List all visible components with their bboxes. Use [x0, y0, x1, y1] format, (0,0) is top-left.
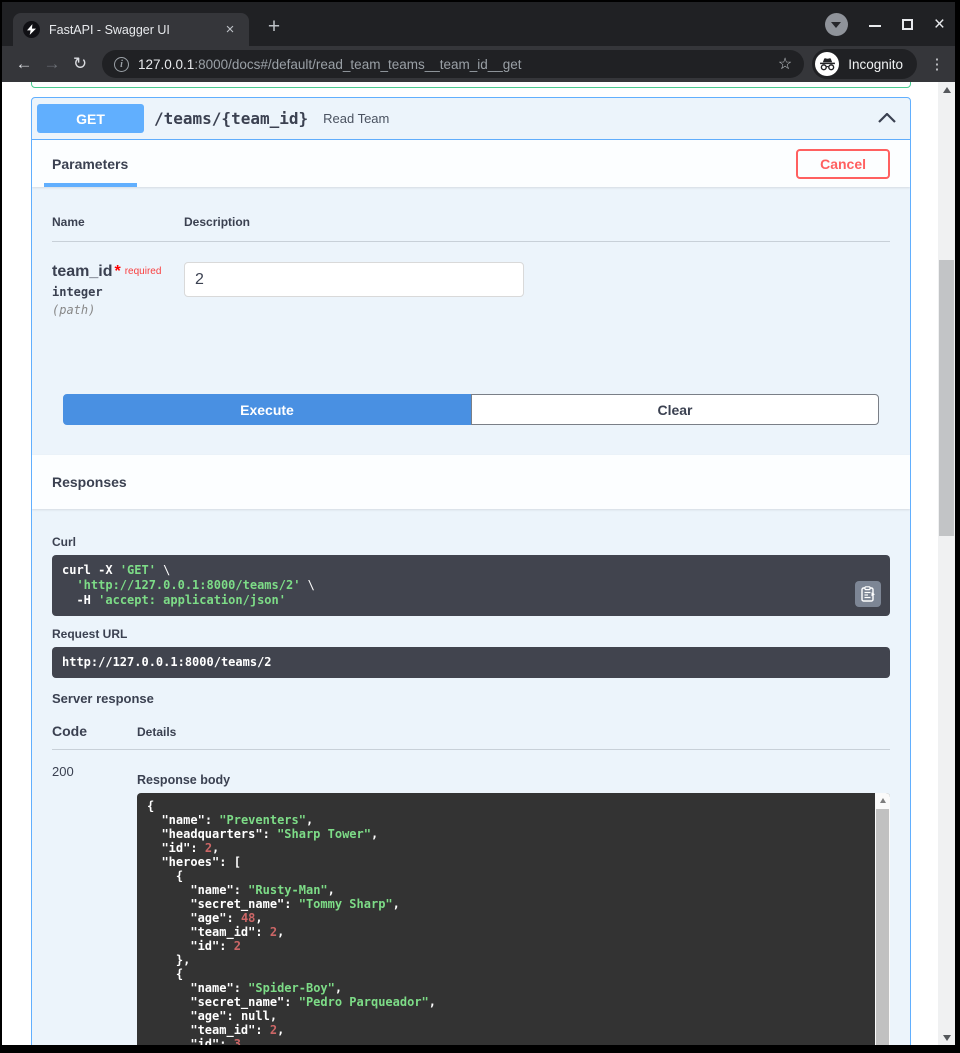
response-row: 200 Response body { "name": "Preventers"… — [52, 764, 890, 1045]
chevron-down-icon — [831, 22, 841, 28]
request-url-label: Request URL — [52, 627, 890, 641]
close-window-button[interactable]: × — [934, 15, 945, 34]
response-table-header: Code Details — [52, 723, 890, 750]
curl-label: Curl — [52, 535, 890, 549]
parameter-row: team_id* required integer (path) — [52, 262, 890, 317]
window-menu-button[interactable] — [825, 13, 848, 36]
curl-block: curl -X 'GET' \ 'http://127.0.0.1:8000/t… — [52, 555, 890, 616]
parameters-title: Parameters — [52, 156, 128, 172]
parameters-header: Parameters Cancel — [32, 140, 910, 187]
clear-button[interactable]: Clear — [471, 394, 879, 425]
curl-command: curl -X 'GET' \ 'http://127.0.0.1:8000/t… — [62, 563, 880, 608]
url-text[interactable]: 127.0.0.1:8000/docs#/default/read_team_t… — [138, 57, 770, 72]
endpoint-summary[interactable]: GET /teams/{team_id} Read Team — [32, 98, 910, 140]
parameters-table-header: Name Description — [52, 215, 890, 242]
page-scroll-up-icon[interactable] — [938, 82, 955, 97]
response-body-label: Response body — [137, 773, 890, 787]
parameter-meta: team_id* required integer (path) — [52, 262, 184, 317]
required-label: required — [125, 266, 162, 277]
incognito-icon — [815, 52, 839, 76]
previous-endpoint-block-edge — [31, 82, 911, 88]
parameter-location: (path) — [52, 303, 184, 317]
browser-tab[interactable]: FastAPI - Swagger UI × — [13, 13, 249, 46]
tab-strip: FastAPI - Swagger UI × + × — [2, 2, 955, 46]
parameters-body: Name Description team_id* required intege… — [32, 187, 910, 425]
required-star: * — [114, 263, 120, 280]
url-path: :8000/docs#/default/read_team_teams__tea… — [194, 57, 521, 72]
responses-body: Curl curl -X 'GET' \ 'http://127.0.0.1:8… — [32, 509, 910, 1045]
page-content: GET /teams/{team_id} Read Team Parameter… — [2, 82, 955, 1045]
incognito-label: Incognito — [848, 57, 903, 72]
response-body-json: { "name": "Preventers", "headquarters": … — [137, 793, 890, 1045]
parameter-name: team_id* required — [52, 262, 184, 281]
parameter-name-text: team_id — [52, 263, 112, 280]
swagger-page: GET /teams/{team_id} Read Team Parameter… — [2, 82, 938, 1045]
reload-button[interactable]: ↻ — [66, 50, 94, 78]
incognito-badge: Incognito — [812, 49, 917, 79]
execute-row: Execute Clear — [63, 394, 879, 425]
copy-to-clipboard-button[interactable] — [855, 581, 881, 607]
response-body-scrollbar[interactable] — [875, 793, 890, 1045]
browser-toolbar: ← → ↻ i 127.0.0.1:8000/docs#/default/rea… — [2, 46, 955, 82]
tab-title: FastAPI - Swagger UI — [49, 23, 221, 37]
server-response-label: Server response — [52, 691, 890, 706]
browser-window: FastAPI - Swagger UI × + × ← → ↻ i 127.0… — [2, 2, 955, 1045]
maximize-button[interactable] — [902, 19, 913, 30]
url-host: 127.0.0.1 — [138, 57, 194, 72]
site-info-icon[interactable]: i — [114, 57, 129, 72]
new-tab-button[interactable]: + — [261, 15, 287, 41]
response-scrollbar-thumb[interactable] — [876, 809, 889, 1045]
address-bar[interactable]: i 127.0.0.1:8000/docs#/default/read_team… — [102, 50, 804, 78]
method-badge: GET — [37, 104, 144, 133]
scroll-up-arrow-icon[interactable] — [875, 793, 890, 807]
responses-header: Responses — [32, 455, 910, 509]
page-scrollbar[interactable] — [938, 82, 955, 1045]
endpoint-path: /teams/{team_id} — [154, 109, 308, 128]
parameter-type: integer — [52, 285, 184, 299]
response-body-block: { "name": "Preventers", "headquarters": … — [137, 793, 890, 1045]
description-column-header: Description — [184, 215, 250, 229]
parameter-value-cell — [184, 262, 524, 317]
code-column-header: Code — [52, 723, 137, 739]
parameters-tab-underline — [44, 183, 137, 187]
execute-button[interactable]: Execute — [63, 394, 471, 425]
minimize-button[interactable] — [869, 15, 881, 27]
details-column-header: Details — [137, 725, 176, 739]
page-scroll-down-icon[interactable] — [938, 1030, 955, 1045]
collapse-chevron-icon[interactable] — [878, 110, 896, 128]
get-endpoint-block: GET /teams/{team_id} Read Team Parameter… — [31, 97, 911, 1045]
team-id-input[interactable] — [184, 262, 524, 297]
response-details: Response body { "name": "Preventers", "h… — [137, 764, 890, 1045]
status-code: 200 — [52, 764, 137, 1045]
tab-close-icon[interactable]: × — [221, 21, 239, 39]
page-scrollbar-thumb[interactable] — [939, 260, 954, 536]
window-controls: × — [825, 2, 945, 46]
endpoint-description: Read Team — [323, 111, 389, 126]
responses-title: Responses — [52, 474, 127, 490]
name-column-header: Name — [52, 215, 184, 229]
back-button[interactable]: ← — [10, 50, 38, 78]
request-url-block: http://127.0.0.1:8000/teams/2 — [52, 647, 890, 678]
bookmark-star-icon[interactable]: ☆ — [778, 54, 792, 74]
fastapi-favicon-icon — [23, 21, 40, 38]
cancel-button[interactable]: Cancel — [796, 149, 890, 179]
browser-menu-icon[interactable]: ⋮ — [927, 55, 947, 73]
forward-button[interactable]: → — [38, 50, 66, 78]
